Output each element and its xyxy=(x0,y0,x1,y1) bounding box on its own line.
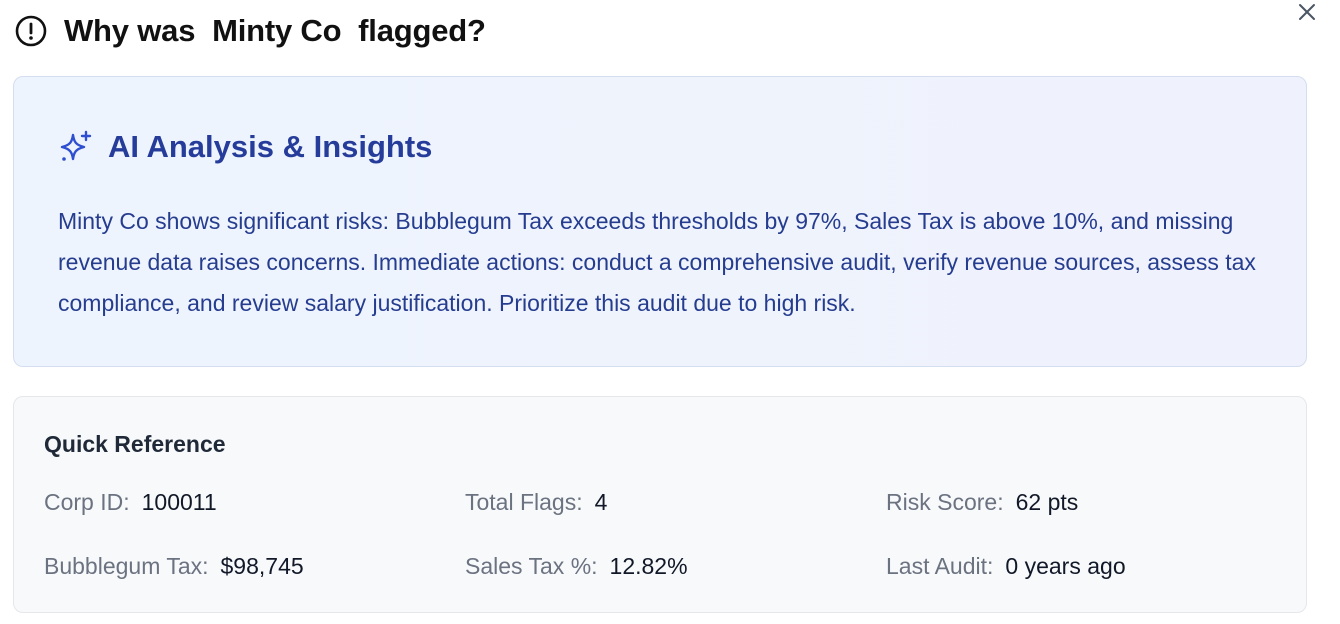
ref-value: $98,745 xyxy=(220,553,304,579)
close-icon[interactable] xyxy=(1297,2,1317,27)
ref-item-total-flags: Total Flags: 4 xyxy=(465,489,607,516)
modal-title: Why was Minty Co flagged? xyxy=(64,13,486,48)
ref-item-bubblegum-tax: Bubblegum Tax: $98,745 xyxy=(44,553,304,580)
ref-item-risk-score: Risk Score: 62 pts xyxy=(886,489,1078,516)
ai-analysis-text: Minty Co shows significant risks: Bubble… xyxy=(58,208,1256,316)
ref-value: 0 years ago xyxy=(1005,553,1126,579)
quick-reference-title: Quick Reference xyxy=(44,431,226,457)
alert-circle-icon xyxy=(14,14,48,48)
modal-header: Why was Minty Co flagged? xyxy=(14,12,486,50)
flag-explanation-modal: Why was Minty Co flagged? AI Analysis & … xyxy=(0,0,1340,624)
ref-value: 4 xyxy=(594,489,608,515)
ai-analysis-card: AI Analysis & Insights Minty Co shows si… xyxy=(13,76,1307,367)
ref-label: Sales Tax %: xyxy=(465,553,598,579)
ref-label: Last Audit: xyxy=(886,553,994,579)
ai-analysis-header: AI Analysis & Insights xyxy=(58,129,432,165)
quick-reference-card: Quick Reference Corp ID: 100011 Total Fla… xyxy=(13,396,1307,613)
ref-value: 12.82% xyxy=(609,553,688,579)
ref-item-sales-tax: Sales Tax %: 12.82% xyxy=(465,553,688,580)
ai-analysis-title: AI Analysis & Insights xyxy=(108,129,433,164)
ref-value: 62 pts xyxy=(1015,489,1079,515)
close-button[interactable] xyxy=(1292,0,1322,28)
ref-value: 100011 xyxy=(141,489,217,515)
ref-item-corp-id: Corp ID: 100011 xyxy=(44,489,217,516)
sparkle-icon xyxy=(58,129,94,165)
ref-label: Total Flags: xyxy=(465,489,583,515)
ref-label: Risk Score: xyxy=(886,489,1004,515)
ref-label: Corp ID: xyxy=(44,489,130,515)
ref-item-last-audit: Last Audit: 0 years ago xyxy=(886,553,1126,580)
ref-label: Bubblegum Tax: xyxy=(44,553,209,579)
